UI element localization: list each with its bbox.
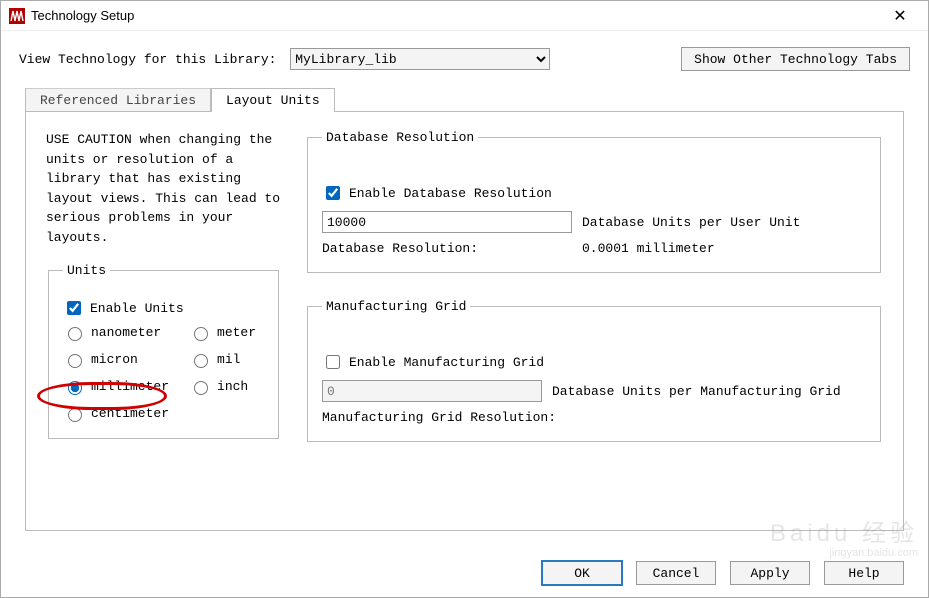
enable-db-res-input[interactable] [326, 186, 340, 200]
unit-nanometer[interactable]: nanometer [63, 324, 169, 341]
left-column: USE CAUTION when changing the units or r… [46, 130, 281, 500]
unit-micron[interactable]: micron [63, 351, 169, 368]
units-group: Units Enable Units nanometer micron mill… [48, 263, 279, 439]
enable-units-input[interactable] [67, 301, 81, 315]
cancel-button[interactable]: Cancel [636, 561, 716, 585]
manufacturing-grid-group: Manufacturing Grid Enable Manufacturing … [307, 299, 881, 442]
top-row: View Technology for this Library: MyLibr… [1, 31, 928, 79]
footer-buttons: OK Cancel Apply Help [542, 561, 904, 585]
ok-button[interactable]: OK [542, 561, 622, 585]
unit-mil[interactable]: mil [189, 351, 256, 368]
db-units-per-user-unit-label: Database Units per User Unit [582, 215, 800, 230]
unit-centimeter[interactable]: centimeter [63, 405, 169, 422]
unit-inch[interactable]: inch [189, 378, 256, 395]
apply-button[interactable]: Apply [730, 561, 810, 585]
library-select[interactable]: MyLibrary_lib [290, 48, 550, 70]
unit-meter[interactable]: meter [189, 324, 256, 341]
tab-referenced-libraries[interactable]: Referenced Libraries [25, 88, 211, 112]
database-resolution-group: Database Resolution Enable Database Reso… [307, 130, 881, 273]
db-res-legend: Database Resolution [322, 130, 478, 145]
titlebar: Technology Setup ✕ [1, 1, 928, 31]
units-legend: Units [63, 263, 110, 278]
tab-layout-units[interactable]: Layout Units [211, 88, 335, 112]
window: Technology Setup ✕ View Technology for t… [0, 0, 929, 598]
close-icon[interactable]: ✕ [880, 6, 920, 26]
enable-units-checkbox[interactable]: Enable Units [63, 298, 264, 318]
help-button[interactable]: Help [824, 561, 904, 585]
show-other-tabs-button[interactable]: Show Other Technology Tabs [681, 47, 910, 71]
mfg-grid-value-input [322, 380, 542, 402]
db-resolution-label: Database Resolution: [322, 241, 572, 256]
app-icon [9, 8, 25, 24]
caution-text: USE CAUTION when changing the units or r… [46, 130, 281, 247]
unit-millimeter[interactable]: millimeter [63, 378, 169, 395]
enable-db-res-checkbox[interactable]: Enable Database Resolution [322, 183, 866, 203]
tab-page-layout-units: USE CAUTION when changing the units or r… [25, 111, 904, 531]
mfg-resolution-label: Manufacturing Grid Resolution: [322, 410, 556, 425]
tab-strip: Referenced Libraries Layout Units [25, 87, 904, 111]
window-title: Technology Setup [31, 8, 134, 23]
right-column: Database Resolution Enable Database Reso… [305, 130, 883, 500]
db-resolution-value: 0.0001 millimeter [582, 241, 715, 256]
db-units-per-user-unit-input[interactable] [322, 211, 572, 233]
mfg-legend: Manufacturing Grid [322, 299, 470, 314]
enable-mfg-grid-checkbox[interactable]: Enable Manufacturing Grid [322, 352, 866, 372]
enable-mfg-grid-input[interactable] [326, 355, 340, 369]
view-library-label: View Technology for this Library: [19, 52, 284, 67]
mfg-per-grid-label: Database Units per Manufacturing Grid [552, 384, 841, 399]
